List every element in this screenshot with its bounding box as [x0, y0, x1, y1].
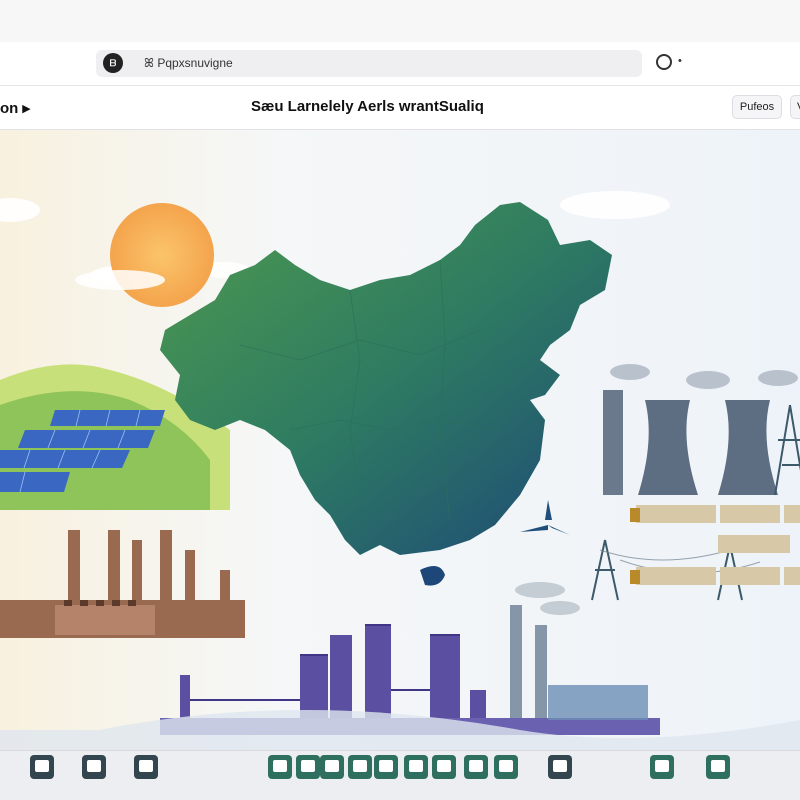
- monitor-icon[interactable]: [432, 755, 456, 779]
- globe-icon[interactable]: [656, 54, 672, 70]
- energy-illustration: [0, 130, 800, 750]
- monitor-icon[interactable]: [706, 755, 730, 779]
- cpu-icon[interactable]: [134, 755, 158, 779]
- cpu-icon[interactable]: [30, 755, 54, 779]
- monitor-icon[interactable]: [494, 755, 518, 779]
- header-secondary-button[interactable]: V: [790, 95, 800, 119]
- illustration-svg: [0, 130, 800, 750]
- sun-icon: [110, 203, 214, 307]
- monitor-icon[interactable]: [464, 755, 488, 779]
- page-title: Sæu Larnelely Aerls wrantSualiq: [251, 98, 484, 115]
- address-text[interactable]: ꕤ Pqpxsnuvigne: [144, 56, 233, 71]
- site-favicon-icon[interactable]: ᗷ: [103, 53, 123, 73]
- monitor-icon[interactable]: [404, 755, 428, 779]
- cpu-icon[interactable]: [548, 755, 572, 779]
- monitor-icon[interactable]: [296, 755, 320, 779]
- cpu-icon[interactable]: [82, 755, 106, 779]
- monitor-icon[interactable]: [374, 755, 398, 779]
- taskbar: [0, 750, 800, 800]
- monitor-icon[interactable]: [348, 755, 372, 779]
- menu-dot-icon[interactable]: •: [678, 55, 682, 67]
- window-top-strip: [0, 0, 800, 42]
- monitor-icon[interactable]: [268, 755, 292, 779]
- back-nav-label[interactable]: on ▸: [0, 99, 30, 117]
- header-action-button[interactable]: Pufeos: [732, 95, 782, 119]
- monitor-icon[interactable]: [650, 755, 674, 779]
- monitor-icon[interactable]: [320, 755, 344, 779]
